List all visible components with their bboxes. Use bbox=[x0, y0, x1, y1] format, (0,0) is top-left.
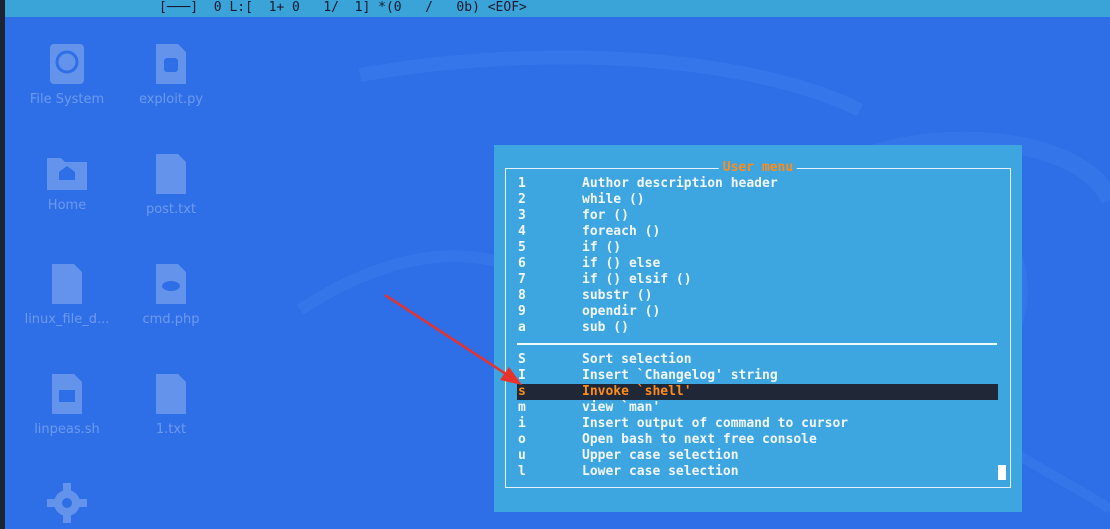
menu-item-if-else[interactable]: 6 if () else bbox=[517, 256, 997, 272]
menu-item-key: m bbox=[518, 400, 526, 415]
menu-item-label: Open bash to next free console bbox=[582, 432, 817, 447]
menu-item-substr[interactable]: 8 substr () bbox=[517, 288, 997, 304]
menu-item-if[interactable]: 5 if () bbox=[517, 240, 997, 256]
menu-item-sub[interactable]: a sub () bbox=[517, 320, 997, 336]
menu-item-key: l bbox=[518, 464, 526, 479]
text-file-icon bbox=[156, 154, 186, 194]
menu-item-key: 3 bbox=[518, 208, 526, 223]
menu-item-if-elsif[interactable]: 7 if () elsif () bbox=[517, 272, 997, 288]
desktop-icon-home[interactable]: Home bbox=[12, 152, 122, 213]
menu-item-foreach[interactable]: 4 foreach () bbox=[517, 224, 997, 240]
desktop-icon-settings[interactable] bbox=[12, 482, 122, 524]
menu-item-label: Upper case selection bbox=[582, 448, 739, 463]
menu-item-upper-case[interactable]: u Upper case selection bbox=[517, 448, 997, 464]
window-edge bbox=[0, 0, 5, 529]
menu-item-insert-command-output[interactable]: i Insert output of command to cursor bbox=[517, 416, 997, 432]
desktop-icon-label: File System bbox=[29, 92, 105, 107]
desktop-icon-label: linux_file_d... bbox=[24, 312, 110, 327]
menu-item-label: foreach () bbox=[582, 224, 661, 239]
menu-item-label: Sort selection bbox=[582, 352, 692, 367]
desktop-icon-linux-file[interactable]: linux_file_d... bbox=[12, 262, 122, 327]
editor-status-bar: [───] 0 L:[ 1+ 0 1/ 1] *(0 / 0b) <EOF> bbox=[5, 0, 1110, 17]
text-cursor bbox=[998, 465, 1006, 480]
menu-item-key: 1 bbox=[518, 176, 526, 191]
menu-item-key: u bbox=[518, 448, 526, 463]
menu-item-label: opendir () bbox=[582, 304, 661, 319]
menu-item-key: 2 bbox=[518, 192, 526, 207]
menu-separator bbox=[517, 343, 997, 345]
menu-item-invoke-shell[interactable]: s Invoke `shell' bbox=[517, 384, 998, 400]
menu-item-sort-selection[interactable]: S Sort selection bbox=[517, 352, 997, 368]
desktop-screen: [───] 0 L:[ 1+ 0 1/ 1] *(0 / 0b) <EOF> F… bbox=[0, 0, 1110, 529]
menu-item-key: i bbox=[518, 416, 526, 431]
menu-item-label: Insert `Changelog' string bbox=[582, 368, 778, 383]
menu-item-key: I bbox=[518, 368, 526, 383]
menu-item-key: 8 bbox=[518, 288, 526, 303]
menu-item-view-man[interactable]: m view `man' bbox=[517, 400, 997, 416]
menu-item-label: view `man' bbox=[582, 400, 661, 415]
text-file-icon bbox=[52, 264, 82, 304]
menu-item-label: if () bbox=[582, 240, 622, 255]
menu-item-label: if () else bbox=[582, 256, 661, 271]
menu-item-insert-changelog[interactable]: I Insert `Changelog' string bbox=[517, 368, 997, 384]
menu-item-label: if () elsif () bbox=[582, 272, 692, 287]
gear-icon bbox=[47, 483, 87, 523]
menu-item-key: 6 bbox=[518, 256, 526, 271]
menu-item-author-header[interactable]: 1 Author description header bbox=[517, 176, 997, 192]
menu-item-label: Author description header bbox=[582, 176, 778, 191]
menu-item-key: s bbox=[518, 384, 526, 399]
menu-item-open-bash[interactable]: o Open bash to next free console bbox=[517, 432, 997, 448]
desktop-icon-label: Home bbox=[47, 198, 87, 213]
menu-item-label: Insert output of command to cursor bbox=[582, 416, 849, 431]
menu-item-opendir[interactable]: 9 opendir () bbox=[517, 304, 997, 320]
status-text: [───] 0 L:[ 1+ 0 1/ 1] *(0 / 0b) <EOF> bbox=[159, 0, 527, 15]
menu-item-key: a bbox=[518, 320, 526, 335]
menu-item-for[interactable]: 3 for () bbox=[517, 208, 997, 224]
hard-drive-icon bbox=[50, 44, 84, 84]
php-file-icon bbox=[156, 264, 186, 304]
menu-item-label: for () bbox=[582, 208, 629, 223]
desktop-icon-label: post.txt bbox=[145, 202, 197, 217]
desktop-icon-post-txt[interactable]: post.txt bbox=[116, 152, 226, 217]
home-folder-icon bbox=[47, 158, 87, 190]
desktop-icon-1-txt[interactable]: 1.txt bbox=[116, 372, 226, 437]
desktop-icon-linpeas-sh[interactable]: linpeas.sh bbox=[12, 372, 122, 437]
user-menu-dialog: User menu 1 Author description header 2 wh… bbox=[494, 145, 1022, 512]
menu-item-label: substr () bbox=[582, 288, 653, 303]
desktop-icon-file-system[interactable]: File System bbox=[12, 42, 122, 107]
menu-item-key: S bbox=[518, 352, 526, 367]
menu-item-lower-case[interactable]: l Lower case selection bbox=[517, 464, 997, 480]
desktop-icon-label: cmd.php bbox=[142, 312, 200, 327]
script-file-icon bbox=[52, 374, 82, 414]
desktop-icon-label: exploit.py bbox=[138, 92, 204, 107]
menu-item-key: 9 bbox=[518, 304, 526, 319]
menu-item-key: 7 bbox=[518, 272, 526, 287]
menu-item-label: Invoke `shell' bbox=[582, 384, 692, 399]
menu-item-label: Lower case selection bbox=[582, 464, 739, 479]
menu-item-while[interactable]: 2 while () bbox=[517, 192, 997, 208]
menu-item-label: sub () bbox=[582, 320, 629, 335]
desktop-icon-label: 1.txt bbox=[155, 422, 187, 437]
desktop-icon-exploit-py[interactable]: exploit.py bbox=[116, 42, 226, 107]
text-file-icon bbox=[156, 374, 186, 414]
menu-item-label: while () bbox=[582, 192, 645, 207]
desktop-icon-label: linpeas.sh bbox=[34, 422, 100, 437]
python-file-icon bbox=[156, 44, 186, 84]
user-menu-title: User menu bbox=[718, 160, 798, 176]
menu-item-key: 5 bbox=[518, 240, 526, 255]
menu-item-key: 4 bbox=[518, 224, 526, 239]
menu-item-key: o bbox=[518, 432, 526, 447]
desktop-icon-cmd-php[interactable]: cmd.php bbox=[116, 262, 226, 327]
